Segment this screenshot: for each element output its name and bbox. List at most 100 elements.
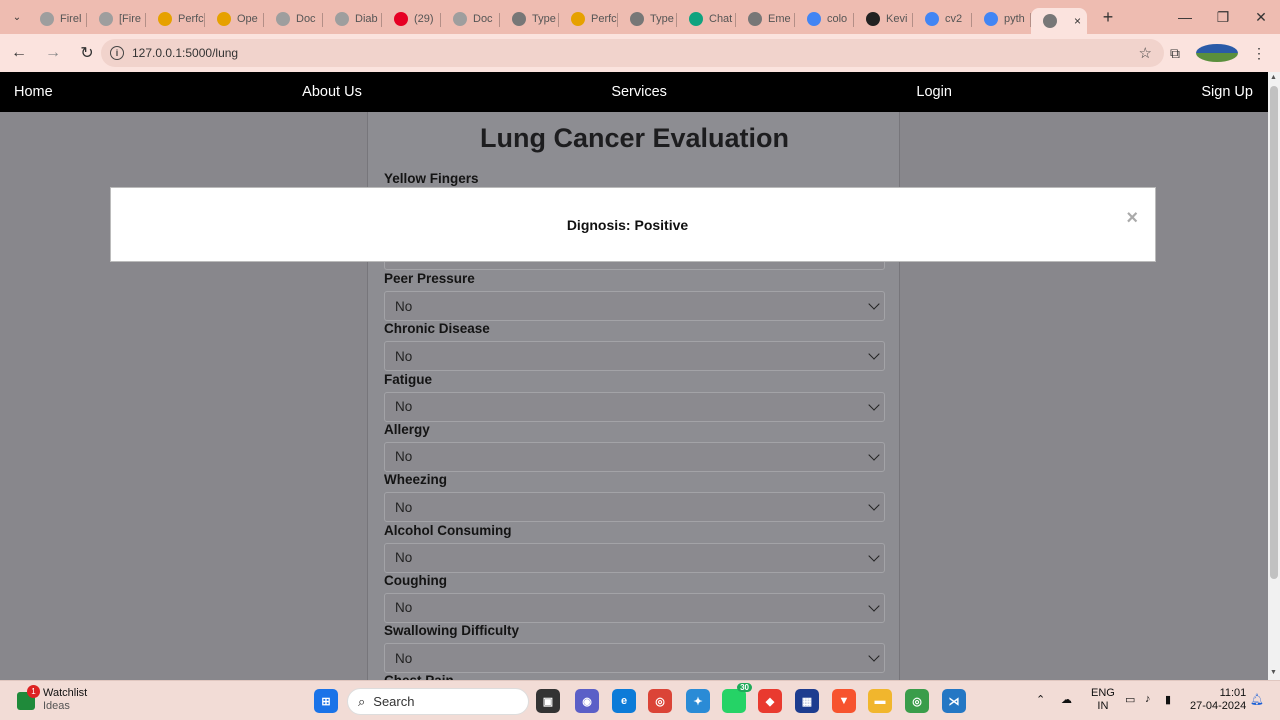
select-value: No [395,348,413,364]
tab-7[interactable]: (29) [382,6,441,32]
tab-12[interactable]: Chat [677,6,736,32]
field-select[interactable]: No [384,341,885,372]
tab-2[interactable]: [Fire [87,6,146,32]
store-icon[interactable]: ▦ [795,689,819,713]
url-text[interactable]: 127.0.0.1:5000/lung [132,46,238,60]
tab-3[interactable]: Perfc [146,6,205,32]
close-tab-icon[interactable]: × [1074,14,1081,28]
tab-15[interactable]: Kevi [854,6,913,32]
nav-signup[interactable]: Sign Up [1201,84,1253,100]
tab-favicon-icon [984,12,998,26]
site-info-icon[interactable]: i [110,46,124,60]
tab-14[interactable]: colo [795,6,854,32]
windows-start-icon[interactable]: ⊞ [314,689,338,713]
select-value: No [395,499,413,515]
tab-13[interactable]: Eme [736,6,795,32]
scroll-down-arrow[interactable]: ▼ [1270,669,1277,676]
extensions-icon[interactable]: ⧉ [1154,45,1196,62]
chrome-active-icon[interactable]: ◎ [905,689,929,713]
tab-label: Type [650,13,674,25]
tab-10[interactable]: Perfc [559,6,618,32]
chevron-down-icon [868,600,880,612]
close-window-button[interactable]: ✕ [1242,0,1280,34]
tab-11[interactable]: Type [618,6,677,32]
teams-icon[interactable]: ◉ [575,689,599,713]
field-label: Coughing [384,572,447,588]
reload-button[interactable]: ↻ [72,38,102,68]
page-viewport: Home About Us Services Login Sign Up Lun… [0,72,1268,680]
field-select[interactable]: No [384,291,885,321]
tab-active[interactable]: × [1031,8,1087,34]
forward-button[interactable]: → [38,38,68,68]
taskbar: 1 Watchlist Ideas ⊞ ⌕ Search ▣ ◉ e ◎ ✦ 3… [0,680,1280,720]
tab-6[interactable]: Diab [323,6,382,32]
whatsapp-badge: 30 [737,683,752,692]
tab-1[interactable]: Firel [28,6,87,32]
battery-icon[interactable]: ▮ [1165,693,1171,706]
notification-bell-icon[interactable]: 🔔︎ [1250,693,1264,706]
copilot-icon[interactable]: ✦ [686,689,710,713]
nav-home[interactable]: Home [14,84,53,100]
field-select[interactable]: No [384,542,885,573]
field-label: Alcohol Consuming [384,522,512,538]
edge-icon[interactable]: e [612,689,636,713]
field-select[interactable]: No [384,441,885,472]
time-text: 11:01 [1219,687,1247,699]
clock[interactable]: 11:01 27-04-2024 [1190,687,1246,713]
scroll-thumb[interactable] [1270,86,1278,579]
select-value: No [395,399,413,415]
address-bar[interactable]: i 127.0.0.1:5000/lung ☆ [101,39,1164,67]
field-select[interactable]: No [384,492,885,523]
browser-toolbar: ← → ↻ i 127.0.0.1:5000/lung ☆ ⧉ ⋮ [0,34,1280,72]
page-title: Lung Cancer Evaluation [479,123,790,153]
field-select[interactable]: No [384,592,885,623]
whatsapp-icon[interactable]: 30 [722,683,752,713]
new-tab-button[interactable]: + [1095,7,1121,28]
onedrive-icon[interactable]: ☁ [1061,693,1072,706]
page-scrollbar[interactable]: ▲ ▼ [1268,72,1280,680]
widget-subtitle: Ideas [43,700,70,712]
anydesk-icon[interactable]: ◆ [758,689,782,713]
tab-9[interactable]: Type [500,6,559,32]
field-select[interactable]: No [384,391,885,422]
tab-5[interactable]: Doc [264,6,323,32]
taskbar-search[interactable]: ⌕ Search [347,688,529,715]
tray-chevron-icon[interactable]: ⌃ [1036,693,1045,706]
tab-8[interactable]: Doc [441,6,500,32]
nav-login[interactable]: Login [916,84,951,100]
brave-icon[interactable]: ▼ [832,689,856,713]
network-icon[interactable]: ▭ [1125,693,1135,706]
tab-label: Doc [296,13,316,25]
language-indicator[interactable]: ENG IN [1091,687,1115,713]
profile-button[interactable] [1196,44,1238,62]
bookmark-star-icon[interactable]: ☆ [1139,44,1152,62]
scroll-up-arrow[interactable]: ▲ [1270,74,1277,81]
select-value: No [395,298,413,314]
modal-close-icon[interactable]: × [1126,207,1138,230]
tab-16[interactable]: cv2 [913,6,972,32]
tab-label: Ope [237,13,258,25]
task-view-icon[interactable]: ▣ [536,689,560,713]
maximize-button[interactable]: ❐ [1204,0,1242,34]
field-label: Chest Pain [384,673,454,680]
menu-icon[interactable]: ⋮ [1238,45,1280,62]
back-button[interactable]: ← [4,38,34,68]
tab-search-button[interactable]: ⌄ [6,6,28,28]
tab-label: Doc [473,13,493,25]
tab-label: Type [532,13,556,25]
file-explorer-icon[interactable]: ▬ [868,689,892,713]
nav-services[interactable]: Services [611,84,667,100]
watchlist-widget[interactable]: 1 Watchlist Ideas [17,685,87,713]
chevron-down-icon [868,398,880,411]
volume-icon[interactable]: ♪ [1145,693,1151,705]
tab-17[interactable]: pyth [972,6,1031,32]
vscode-icon[interactable]: ⋊ [942,689,966,713]
diagnosis-modal: Dignosis: Positive × [110,187,1156,262]
chrome-icon[interactable]: ◎ [648,689,672,713]
tab-label: Perfc [178,13,204,25]
tab-4[interactable]: Ope [205,6,264,32]
minimize-button[interactable]: — [1166,0,1204,34]
stocks-icon: 1 [17,685,40,710]
field-select[interactable]: No [384,643,885,674]
nav-about[interactable]: About Us [302,84,362,100]
